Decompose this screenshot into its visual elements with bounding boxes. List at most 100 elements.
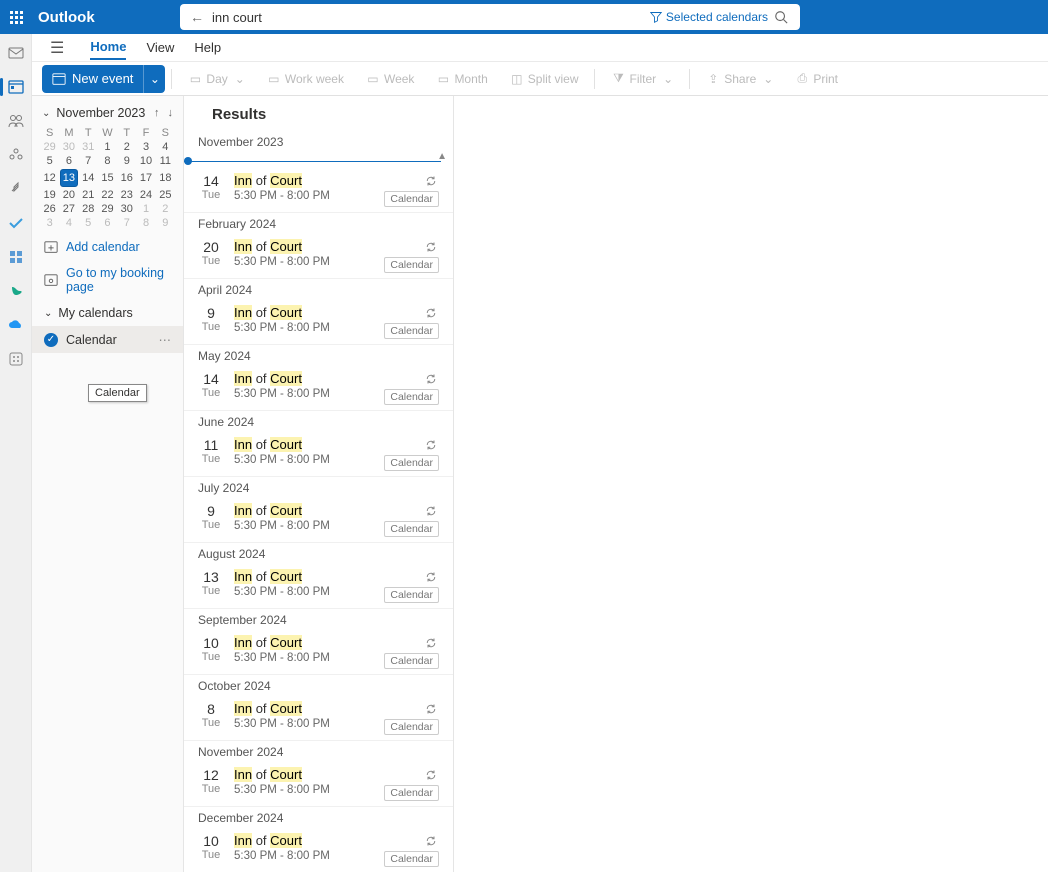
mini-calendar-table[interactable]: SMTWTFS293031123456789101112131415161718… <box>40 126 175 230</box>
mini-day[interactable]: 30 <box>59 140 78 154</box>
view-month-button[interactable]: ▭Month <box>426 65 497 93</box>
mini-day[interactable]: 17 <box>136 168 155 188</box>
filter-button[interactable]: ⧩Filter⌄ <box>601 65 683 93</box>
mini-day[interactable]: 8 <box>98 154 117 168</box>
new-event-button[interactable]: New event <box>42 65 143 93</box>
collapse-month-icon[interactable]: ⌄ <box>42 108 50 119</box>
search-filter-button[interactable]: Selected calendars <box>650 10 768 24</box>
event-row[interactable]: 9TueInn of Court5:30 PM - 8:00 PMCalenda… <box>184 499 453 543</box>
calendar-item[interactable]: ✓ Calendar ⋯ <box>32 326 183 353</box>
recurring-icon <box>425 439 437 451</box>
rail-groups-icon[interactable] <box>7 146 25 164</box>
mini-day[interactable]: 5 <box>79 216 98 230</box>
rail-more-icon[interactable] <box>7 350 25 368</box>
prev-month-icon[interactable]: ↑ <box>154 107 160 119</box>
event-row[interactable]: 14TueInn of Court5:30 PM - 8:00 PMCalend… <box>184 367 453 411</box>
rail-people-icon[interactable] <box>7 112 25 130</box>
mini-day[interactable]: 1 <box>98 140 117 154</box>
event-title: Inn of Court <box>234 635 439 650</box>
view-workweek-button[interactable]: ▭Work week <box>257 65 354 93</box>
mini-day[interactable]: 9 <box>156 216 175 230</box>
mini-day[interactable]: 20 <box>59 188 78 202</box>
mini-day[interactable]: 29 <box>40 140 59 154</box>
mini-day[interactable]: 7 <box>79 154 98 168</box>
split-view-button[interactable]: ◫Split view <box>500 65 589 93</box>
mini-day[interactable]: 21 <box>79 188 98 202</box>
mini-day[interactable]: 12 <box>40 168 59 188</box>
mini-day[interactable]: 9 <box>117 154 136 168</box>
calendar-sidebar: ⌄ November 2023 ↑ ↓ SMTWTFS2930311234567… <box>32 96 184 872</box>
rail-onedrive-icon[interactable] <box>7 316 25 334</box>
event-row[interactable]: 11TueInn of Court5:30 PM - 8:00 PMCalend… <box>184 433 453 477</box>
app-launcher[interactable] <box>0 11 32 24</box>
shell: ☰ Home View Help New event ⌄ ▭Day⌄ ▭Work… <box>0 34 1048 872</box>
rail-app2-icon[interactable] <box>7 282 25 300</box>
mini-day[interactable]: 4 <box>59 216 78 230</box>
booking-page-button[interactable]: Go to my booking page <box>32 260 183 300</box>
mini-day[interactable]: 14 <box>79 168 98 188</box>
mini-day[interactable]: 19 <box>40 188 59 202</box>
mini-day[interactable]: 25 <box>156 188 175 202</box>
event-row[interactable]: 12TueInn of Court5:30 PM - 8:00 PMCalend… <box>184 763 453 807</box>
search-icon[interactable] <box>768 10 794 24</box>
event-row[interactable]: 10TueInn of Court5:30 PM - 8:00 PMCalend… <box>184 631 453 675</box>
hamburger-icon[interactable]: ☰ <box>50 38 64 58</box>
share-button[interactable]: ⇪Share⌄ <box>696 65 783 93</box>
mini-day[interactable]: 16 <box>117 168 136 188</box>
mini-day[interactable]: 5 <box>40 154 59 168</box>
event-row[interactable]: 8TueInn of Court5:30 PM - 8:00 PMCalenda… <box>184 697 453 741</box>
search-back-icon[interactable]: ← <box>186 9 208 25</box>
add-calendar-button[interactable]: Add calendar <box>32 234 183 260</box>
event-row[interactable]: 13TueInn of Court5:30 PM - 8:00 PMCalend… <box>184 565 453 609</box>
mini-day[interactable]: 30 <box>117 202 136 216</box>
month-icon: ▭ <box>436 72 450 86</box>
mini-day[interactable]: 27 <box>59 202 78 216</box>
next-month-icon[interactable]: ↓ <box>168 107 174 119</box>
rail-mail-icon[interactable] <box>7 44 25 62</box>
mini-day[interactable]: 7 <box>117 216 136 230</box>
search-bar: ← Selected calendars <box>180 4 800 30</box>
rail-todo-icon[interactable] <box>7 214 25 232</box>
mini-day[interactable]: 6 <box>98 216 117 230</box>
rail-app1-icon[interactable] <box>7 248 25 266</box>
mini-day[interactable]: 26 <box>40 202 59 216</box>
mini-day[interactable]: 2 <box>117 140 136 154</box>
rail-calendar-icon[interactable] <box>7 78 25 96</box>
view-day-button[interactable]: ▭Day⌄ <box>178 65 254 93</box>
mini-day[interactable]: 28 <box>79 202 98 216</box>
mini-day[interactable]: 22 <box>98 188 117 202</box>
tab-home[interactable]: Home <box>90 35 126 60</box>
event-row[interactable]: 14TueInn of Court5:30 PM - 8:00 PMCalend… <box>184 169 453 213</box>
mini-day[interactable]: 8 <box>136 216 155 230</box>
search-input[interactable] <box>208 10 650 25</box>
my-calendars-group[interactable]: ⌄ My calendars <box>32 300 183 326</box>
mini-day[interactable]: 2 <box>156 202 175 216</box>
mini-day[interactable]: 10 <box>136 154 155 168</box>
day-icon: ▭ <box>188 72 202 86</box>
mini-day[interactable]: 18 <box>156 168 175 188</box>
event-row[interactable]: 9TueInn of Court5:30 PM - 8:00 PMCalenda… <box>184 301 453 345</box>
tab-help[interactable]: Help <box>194 36 221 59</box>
mini-day[interactable]: 29 <box>98 202 117 216</box>
view-week-button[interactable]: ▭Week <box>356 65 424 93</box>
mini-day[interactable]: 31 <box>79 140 98 154</box>
calendar-item-more-icon[interactable]: ⋯ <box>159 332 172 347</box>
event-row[interactable]: 10TueInn of Court5:30 PM - 8:00 PMCalend… <box>184 829 453 872</box>
event-row[interactable]: 20TueInn of Court5:30 PM - 8:00 PMCalend… <box>184 235 453 279</box>
mini-day[interactable]: 23 <box>117 188 136 202</box>
mini-day[interactable]: 11 <box>156 154 175 168</box>
rail-files-icon[interactable] <box>7 180 25 198</box>
tab-view[interactable]: View <box>146 36 174 59</box>
mini-day[interactable]: 3 <box>136 140 155 154</box>
mini-day[interactable]: 4 <box>156 140 175 154</box>
print-button[interactable]: ⎙Print <box>785 65 848 93</box>
event-title: Inn of Court <box>234 437 439 452</box>
mini-day[interactable]: 3 <box>40 216 59 230</box>
mini-day[interactable]: 15 <box>98 168 117 188</box>
event-calendar-badge: Calendar <box>384 851 439 867</box>
mini-day[interactable]: 6 <box>59 154 78 168</box>
mini-day[interactable]: 13 <box>59 168 78 188</box>
new-event-chevron[interactable]: ⌄ <box>143 65 165 93</box>
mini-day[interactable]: 24 <box>136 188 155 202</box>
mini-day[interactable]: 1 <box>136 202 155 216</box>
